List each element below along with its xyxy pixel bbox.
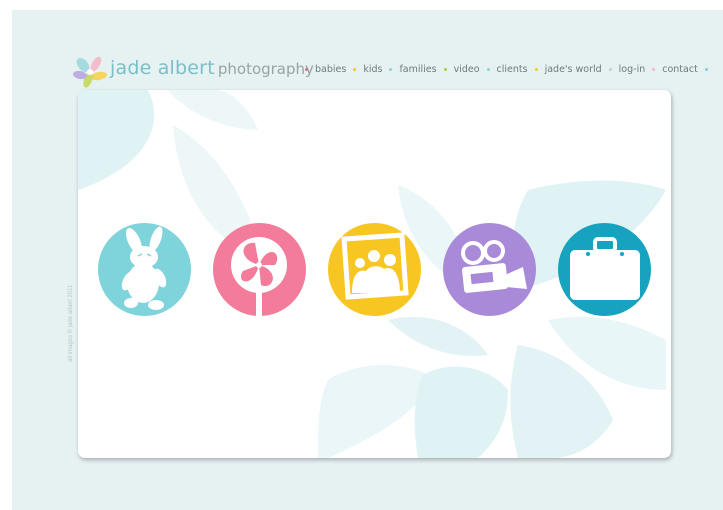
brand-wordmark[interactable]: jade albert photography xyxy=(110,57,314,79)
category-video-button[interactable] xyxy=(443,223,536,316)
category-kids-button[interactable] xyxy=(213,223,306,316)
family-photo-icon xyxy=(341,232,409,300)
category-families-button[interactable] xyxy=(328,223,421,316)
nav-dot xyxy=(486,68,490,71)
nav-dot xyxy=(608,68,612,71)
site-header: jade albert photography babies kids famil… xyxy=(72,52,708,89)
lollipop-icon xyxy=(231,237,287,316)
nav-dot xyxy=(389,68,393,71)
category-babies-button[interactable] xyxy=(98,223,191,316)
main-nav: babies kids families video clients jade'… xyxy=(298,64,715,75)
nav-item-kids[interactable]: kids xyxy=(363,64,382,75)
nav-item-contact[interactable]: contact xyxy=(662,64,698,75)
nav-dot xyxy=(704,68,708,71)
nav-dot xyxy=(353,68,357,71)
nav-item-log-in[interactable]: log-in xyxy=(619,64,646,75)
briefcase-icon xyxy=(570,237,640,300)
brand-name: jade albert xyxy=(110,57,215,79)
pinwheel-logo-icon[interactable] xyxy=(72,55,108,89)
nav-item-families[interactable]: families xyxy=(399,64,436,75)
copyright-credit: all images © jade albert 2011 xyxy=(68,284,74,362)
content-panel xyxy=(78,90,671,458)
nav-item-babies[interactable]: babies xyxy=(315,64,346,75)
video-camera-icon xyxy=(461,240,527,293)
category-clients-button[interactable] xyxy=(558,223,651,316)
nav-dot xyxy=(652,68,656,71)
bunny-icon xyxy=(121,226,167,310)
nav-item-clients[interactable]: clients xyxy=(497,64,528,75)
nav-item-video[interactable]: video xyxy=(454,64,480,75)
nav-dot xyxy=(534,68,538,71)
nav-dot xyxy=(443,68,447,71)
nav-item-jades-world[interactable]: jade's world xyxy=(545,64,602,75)
nav-dot xyxy=(305,68,308,71)
